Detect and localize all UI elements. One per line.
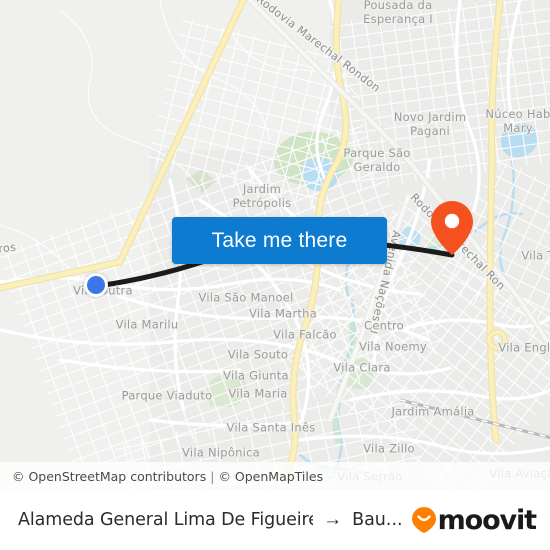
moovit-pin-icon (411, 506, 437, 534)
road-label-left-edge: rros (0, 241, 17, 256)
moovit-wordmark: moovit (437, 504, 538, 536)
map-attribution: © OpenStreetMap contributors | © OpenMap… (0, 462, 550, 490)
trip-destination-label: Bau... (352, 510, 403, 530)
arrow-right-icon: → (323, 509, 343, 530)
attribution-osm[interactable]: © OpenStreetMap contributors (12, 469, 206, 484)
trip-origin-label: Alameda General Lima De Figueiredo Qd-03… (18, 510, 313, 530)
origin-marker[interactable] (84, 273, 108, 297)
trip-summary-bar: Alameda General Lima De Figueiredo Qd-03… (0, 490, 550, 550)
moovit-map-screen: Rodovia Marechal Rondon Rodovia Marechal… (0, 0, 550, 550)
moovit-logo[interactable]: moovit (411, 504, 538, 536)
take-me-there-button[interactable]: Take me there (172, 217, 387, 264)
map-canvas[interactable]: Rodovia Marechal Rondon Rodovia Marechal… (0, 0, 550, 490)
attribution-separator: | (210, 468, 215, 484)
destination-pin[interactable] (430, 200, 474, 256)
attribution-openmaptiles[interactable]: © OpenMapTiles (218, 469, 323, 484)
